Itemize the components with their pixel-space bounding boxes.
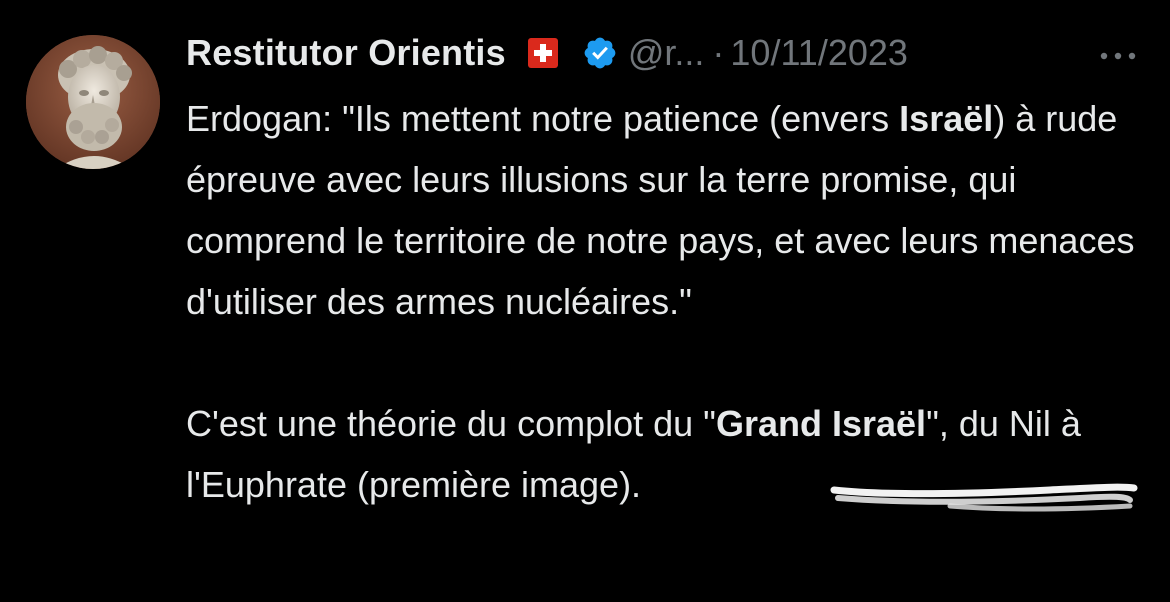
tweet-header: Restitutor Orientis @r... · 10/11/2023 <box>186 26 908 80</box>
tweet-text: Erdogan: "Ils mettent notre patience (en… <box>186 88 1156 515</box>
text-span: C'est une théorie du complot du " <box>186 403 716 444</box>
tweet-date[interactable]: 10/11/2023 <box>730 32 908 74</box>
bold-text: Grand Israël <box>715 403 927 444</box>
swiss-flag-icon <box>527 38 558 68</box>
tweet-paragraph-1: Erdogan: "Ils mettent notre patience (en… <box>186 88 1156 332</box>
avatar[interactable] <box>26 35 160 169</box>
verified-badge-icon[interactable] <box>582 35 618 71</box>
bust-image <box>26 35 160 169</box>
tweet-paragraph-2: C'est une théorie du complot du "Grand I… <box>186 393 1156 515</box>
separator-dot: · <box>712 32 725 73</box>
bold-text: Israël <box>899 98 994 139</box>
more-options-icon[interactable] <box>1098 50 1138 62</box>
author-handle[interactable]: @r... <box>628 32 705 74</box>
tweet[interactable]: Restitutor Orientis @r... · 10/11/2023 E… <box>0 0 1170 602</box>
text-span: Erdogan: "Ils mettent notre patience (en… <box>186 98 900 139</box>
author-name[interactable]: Restitutor Orientis <box>186 32 506 74</box>
